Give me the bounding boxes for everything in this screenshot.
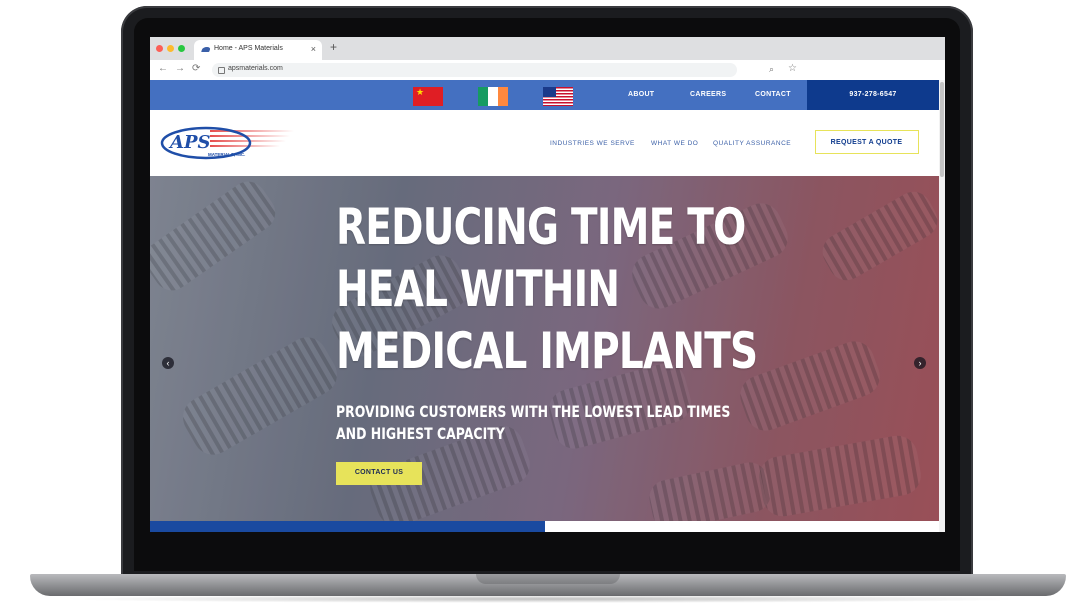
maximize-window-icon[interactable]: [178, 45, 185, 52]
request-quote-label: REQUEST A QUOTE: [830, 139, 903, 146]
china-flag-icon[interactable]: ★: [413, 87, 443, 106]
hero-subtitle-line: PROVIDING CUSTOMERS WITH THE LOWEST LEAD…: [336, 402, 731, 421]
request-quote-button[interactable]: REQUEST A QUOTE: [815, 130, 919, 154]
back-icon[interactable]: ←: [158, 63, 168, 74]
hero-title-line: MEDICAL IMPLANTS: [336, 322, 758, 380]
hero-title-line: HEAL WITHIN: [336, 260, 620, 318]
url-text[interactable]: apsmaterials.com: [228, 65, 283, 72]
phone-number[interactable]: 937-278-6547: [807, 91, 939, 98]
reload-icon[interactable]: ⟳: [192, 63, 200, 74]
nav-careers[interactable]: CAREERS: [690, 91, 726, 98]
forward-icon[interactable]: →: [175, 63, 185, 74]
nav-about[interactable]: ABOUT: [628, 91, 654, 98]
browser-tab-bar: Home - APS Materials × +: [150, 37, 945, 60]
tab-close-icon[interactable]: ×: [311, 44, 316, 54]
next-slide-icon[interactable]: ›: [914, 357, 926, 369]
favicon-icon: [201, 47, 211, 52]
scrollbar-thumb[interactable]: [940, 82, 944, 177]
usa-flag-icon[interactable]: [543, 87, 573, 106]
contact-us-button[interactable]: CONTACT US: [336, 462, 422, 485]
nav-what-we-do[interactable]: WHAT WE DO: [651, 140, 698, 147]
hero-title-line: REDUCING TIME TO: [336, 198, 746, 256]
tab-title: Home - APS Materials: [214, 45, 283, 52]
slider-progress-fill: [150, 521, 545, 532]
screen: Home - APS Materials × + ← → ⟳ apsmateri…: [150, 37, 945, 532]
phone-box[interactable]: 937-278-6547: [807, 80, 939, 110]
ireland-flag-icon[interactable]: [478, 87, 508, 106]
zoom-icon[interactable]: ⌕: [769, 64, 774, 75]
laptop-chin: [150, 532, 945, 570]
hero-title: REDUCING TIME TO HEAL WITHIN MEDICAL IMP…: [336, 196, 758, 382]
browser-tab[interactable]: Home - APS Materials ×: [194, 40, 322, 60]
logo-subtext: MATERIALS, INC.: [208, 152, 245, 157]
laptop-shadow: [60, 595, 1036, 603]
nav-quality-assurance[interactable]: QUALITY ASSURANCE: [713, 140, 791, 147]
address-bar[interactable]: apsmaterials.com ⌕ ☆: [212, 63, 797, 77]
nav-contact[interactable]: CONTACT: [755, 91, 791, 98]
slider-progress-bar: [150, 521, 939, 532]
contact-us-label: CONTACT US: [354, 469, 404, 476]
site-top-bar: ★ ABOUT CAREERS CONTACT 937-278-6547: [150, 80, 939, 110]
hero-subtitle-line: AND HIGHEST CAPACITY: [336, 424, 505, 443]
minimize-window-icon[interactable]: [167, 45, 174, 52]
hero-subtitle: PROVIDING CUSTOMERS WITH THE LOWEST LEAD…: [336, 401, 730, 445]
lock-icon: [218, 67, 225, 74]
new-tab-button[interactable]: +: [330, 40, 337, 54]
site-header: APS MATERIALS, INC. INDUSTRIES WE SERVE …: [150, 110, 939, 176]
browser-toolbar: ← → ⟳ apsmaterials.com ⌕ ☆: [150, 60, 945, 81]
page-scrollbar[interactable]: [939, 80, 945, 532]
logo-text: APS: [168, 132, 211, 153]
laptop-notch: [476, 574, 620, 584]
bookmark-star-icon[interactable]: ☆: [788, 63, 797, 74]
previous-slide-icon[interactable]: ‹: [162, 357, 174, 369]
close-window-icon[interactable]: [156, 45, 163, 52]
aps-logo[interactable]: APS MATERIALS, INC.: [160, 123, 294, 163]
nav-industries[interactable]: INDUSTRIES WE SERVE: [550, 140, 635, 147]
hero-slider: REDUCING TIME TO HEAL WITHIN MEDICAL IMP…: [150, 176, 939, 521]
